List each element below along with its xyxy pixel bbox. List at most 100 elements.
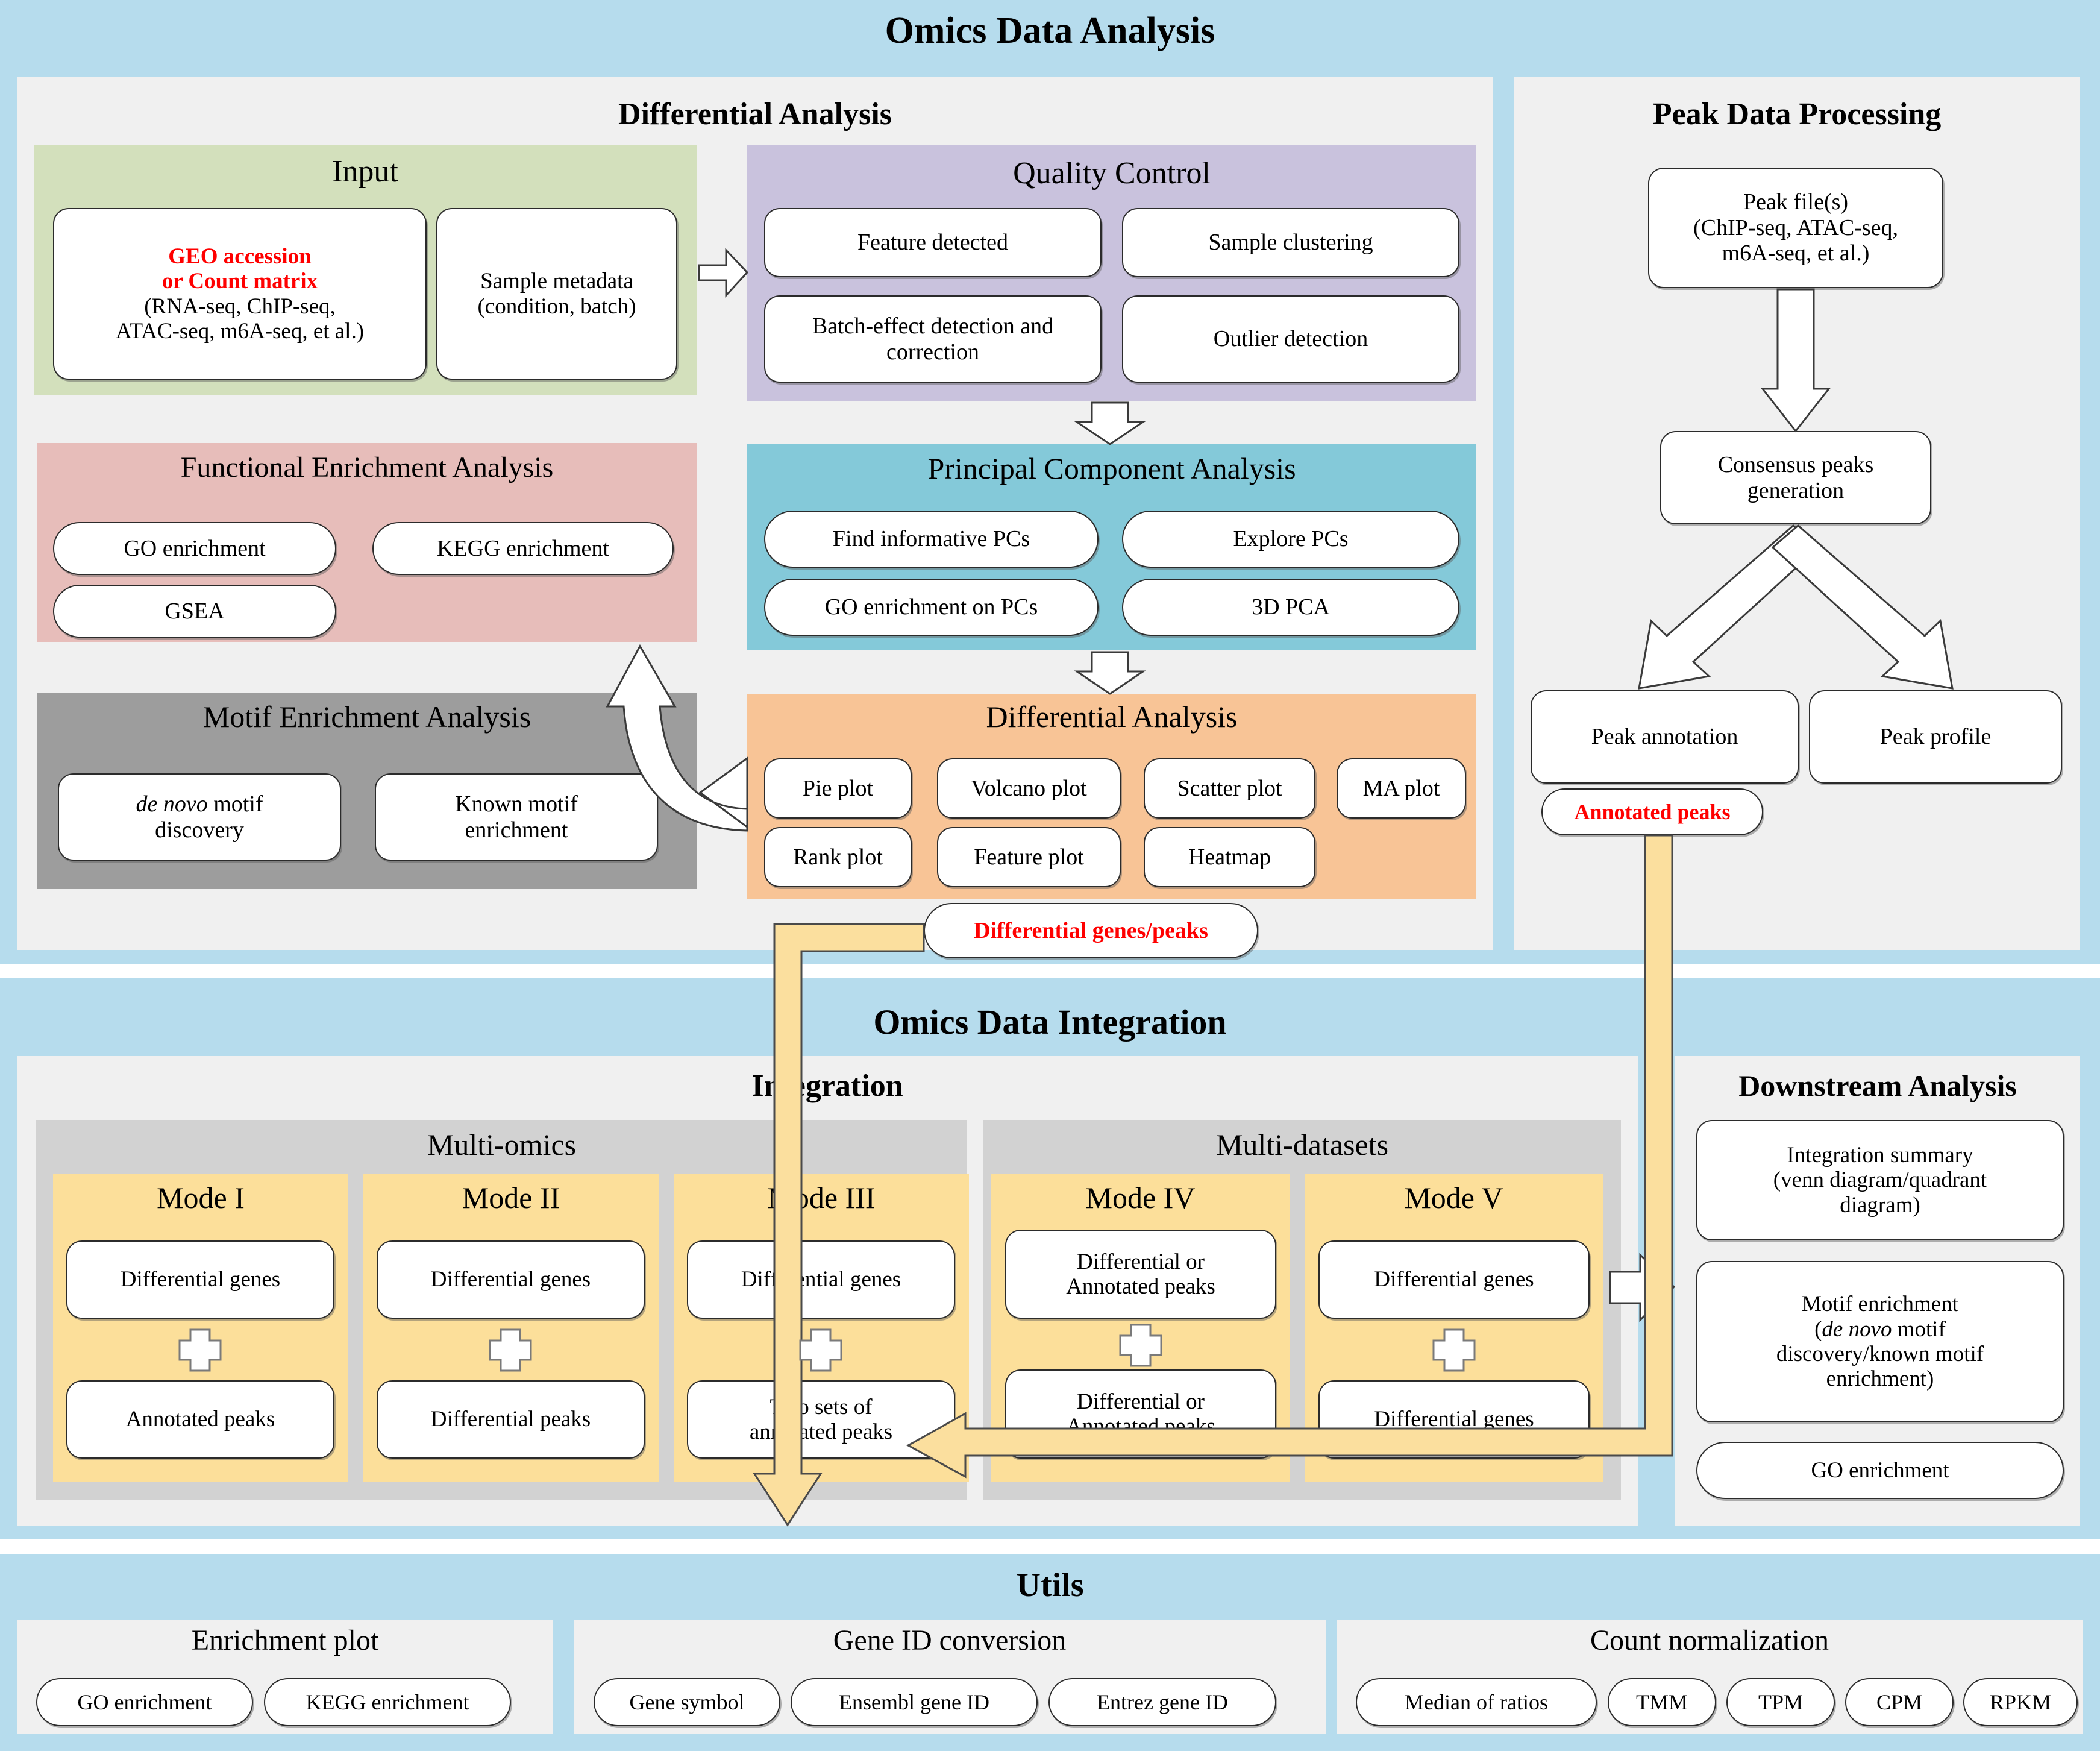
input-box-metadata[interactable]: Sample metadata (condition, batch)	[436, 208, 677, 380]
omics-data-integration-title: Omics Data Integration	[873, 1002, 1227, 1042]
da-volcano-plot[interactable]: Volcano plot	[937, 758, 1121, 819]
mode-i-bottom-box[interactable]: Annotated peaks	[66, 1380, 334, 1459]
input-box-geo[interactable]: GEO accession or Count matrix (RNA-seq, …	[53, 208, 427, 380]
mode-v-top-box[interactable]: Differential genes	[1318, 1240, 1590, 1319]
utils-title: Utils	[1016, 1567, 1084, 1604]
qc-sample-clustering-label: Sample clustering	[1208, 230, 1373, 256]
mode-iv-bottom-line1: Differential or	[1077, 1389, 1205, 1414]
fea-kegg-enrichment[interactable]: KEGG enrichment	[372, 522, 674, 575]
downstream-motif-enrichment[interactable]: Motif enrichment (de novo motif discover…	[1696, 1261, 2064, 1422]
integration-label: Integration	[751, 1069, 903, 1103]
mode-ii-bottom-box[interactable]: Differential peaks	[377, 1380, 645, 1459]
downstream-analysis-title: Downstream Analysis	[1738, 1069, 2017, 1102]
peak-files-line1: Peak file(s)	[1743, 189, 1849, 215]
mode-v-title: Mode V	[1404, 1181, 1503, 1215]
pca-find-informative-pcs-label: Find informative PCs	[832, 526, 1030, 552]
utils-median-of-ratios-label: Median of ratios	[1405, 1690, 1548, 1714]
motif-known-enrichment[interactable]: Known motif enrichment	[375, 773, 658, 861]
utils-ensembl-gene-id[interactable]: Ensembl gene ID	[791, 1678, 1038, 1726]
da-heatmap[interactable]: Heatmap	[1144, 827, 1315, 887]
peak-profile-box[interactable]: Peak profile	[1809, 690, 2062, 784]
mode-iii-top-box[interactable]: Differential genes	[687, 1240, 955, 1319]
utils-entrez-gene-id[interactable]: Entrez gene ID	[1048, 1678, 1276, 1726]
mode-iii-bottom-line2: annotated peaks	[749, 1419, 893, 1444]
downstream-motif-line1: Motif enrichment	[1802, 1292, 1958, 1317]
mode-v-bottom-box[interactable]: Differential genes	[1318, 1380, 1590, 1459]
differential-analysis-group-title: Differential Analysis	[618, 97, 892, 131]
motif-de-novo-discovery[interactable]: de novo motif discovery	[58, 773, 341, 861]
da-volcano-plot-label: Volcano plot	[971, 775, 1087, 801]
utils-rpkm-label: RPKM	[1989, 1690, 2052, 1714]
pca-explore-pcs[interactable]: Explore PCs	[1122, 511, 1459, 568]
differential-genes-peaks-output[interactable]: Differential genes/peaks	[924, 903, 1258, 958]
da-feature-plot-label: Feature plot	[974, 844, 1084, 870]
utils-rpkm[interactable]: RPKM	[1963, 1678, 2078, 1726]
mode-i-top-box[interactable]: Differential genes	[66, 1240, 334, 1319]
mode-iv-top-line2: Annotated peaks	[1066, 1274, 1215, 1299]
pca-go-enrichment-on-pcs[interactable]: GO enrichment on PCs	[764, 579, 1099, 636]
utils-median-of-ratios[interactable]: Median of ratios	[1356, 1678, 1597, 1726]
input-geo-line1: GEO accession	[168, 244, 312, 269]
utils-tpm[interactable]: TPM	[1726, 1678, 1835, 1726]
motif-de-novo-line2: discovery	[155, 817, 244, 843]
mode-iv-bottom-box[interactable]: Differential or Annotated peaks	[1005, 1369, 1276, 1459]
motif-known-line2: enrichment	[465, 817, 568, 843]
mode-ii-bottom-label: Differential peaks	[430, 1407, 591, 1432]
mode-iv-top-box[interactable]: Differential or Annotated peaks	[1005, 1230, 1276, 1319]
da-scatter-plot[interactable]: Scatter plot	[1144, 758, 1315, 819]
mode-iv-top-line1: Differential or	[1077, 1249, 1205, 1274]
mode-iii-bottom-box[interactable]: Two sets of annotated peaks	[687, 1380, 955, 1459]
utils-gene-symbol[interactable]: Gene symbol	[594, 1678, 780, 1726]
input-title: Input	[332, 154, 398, 189]
qc-batch-effect[interactable]: Batch-effect detection and correction	[764, 295, 1102, 383]
mode-iii-title: Mode III	[767, 1181, 876, 1215]
annotated-peaks-output[interactable]: Annotated peaks	[1541, 788, 1763, 835]
pca-explore-pcs-label: Explore PCs	[1233, 526, 1349, 552]
mode-iv-bottom-line2: Annotated peaks	[1066, 1414, 1215, 1439]
qc-sample-clustering[interactable]: Sample clustering	[1122, 208, 1459, 277]
input-geo-line3: (RNA-seq, ChIP-seq,	[144, 294, 336, 319]
quality-control-title: Quality Control	[1013, 156, 1211, 190]
downstream-summary-line1: Integration summary	[1787, 1142, 1973, 1168]
utils-kegg-enrichment[interactable]: KEGG enrichment	[264, 1678, 511, 1726]
mode-iii-bottom-line1: Two sets of	[769, 1394, 873, 1419]
downstream-integration-summary[interactable]: Integration summary (venn diagram/quadra…	[1696, 1120, 2064, 1240]
pca-find-informative-pcs[interactable]: Find informative PCs	[764, 511, 1099, 568]
qc-feature-detected[interactable]: Feature detected	[764, 208, 1102, 277]
da-feature-plot[interactable]: Feature plot	[937, 827, 1121, 887]
fea-go-enrichment-label: GO enrichment	[124, 535, 266, 561]
consensus-peaks-box[interactable]: Consensus peaks generation	[1660, 431, 1931, 524]
qc-outlier-detection[interactable]: Outlier detection	[1122, 295, 1459, 383]
mode-ii-top-box[interactable]: Differential genes	[377, 1240, 645, 1319]
peak-annotation-box[interactable]: Peak annotation	[1531, 690, 1799, 784]
da-rank-plot[interactable]: Rank plot	[764, 827, 912, 887]
da-pie-plot[interactable]: Pie plot	[764, 758, 912, 819]
motif-de-novo-rest: motif	[207, 791, 263, 817]
mode-i-title: Mode I	[157, 1181, 245, 1215]
downstream-go-enrichment[interactable]: GO enrichment	[1696, 1442, 2064, 1499]
utils-tpm-label: TPM	[1758, 1690, 1804, 1714]
pca-3d-pca[interactable]: 3D PCA	[1122, 579, 1459, 636]
fea-go-enrichment[interactable]: GO enrichment	[53, 522, 336, 575]
motif-de-novo-italic: de novo	[136, 791, 208, 817]
utils-cpm[interactable]: CPM	[1845, 1678, 1954, 1726]
mode-i-bottom-label: Annotated peaks	[125, 1407, 275, 1432]
fea-gsea[interactable]: GSEA	[53, 585, 336, 638]
utils-go-enrichment[interactable]: GO enrichment	[36, 1678, 253, 1726]
qc-batch-effect-label: Batch-effect detection and correction	[812, 313, 1054, 365]
input-metadata-line2: (condition, batch)	[477, 294, 636, 319]
utils-count-normalization-title: Count normalization	[1590, 1624, 1829, 1656]
pca-go-enrichment-on-pcs-label: GO enrichment on PCs	[824, 594, 1038, 620]
omics-data-analysis-title: Omics Data Analysis	[885, 10, 1215, 51]
peak-files-line3: m6A-seq, et al.)	[1722, 240, 1870, 266]
fea-gsea-label: GSEA	[165, 598, 225, 624]
utils-tmm[interactable]: TMM	[1608, 1678, 1716, 1726]
multi-datasets-title: Multi-datasets	[1215, 1128, 1389, 1162]
da-ma-plot[interactable]: MA plot	[1337, 758, 1466, 819]
peak-files-box[interactable]: Peak file(s) (ChIP-seq, ATAC-seq, m6A-se…	[1648, 168, 1943, 288]
da-rank-plot-label: Rank plot	[793, 844, 883, 870]
utils-go-enrichment-label: GO enrichment	[77, 1690, 212, 1714]
utils-enrichment-plot-title: Enrichment plot	[191, 1624, 379, 1656]
utils-entrez-gene-id-label: Entrez gene ID	[1097, 1690, 1228, 1714]
mode-v-top-label: Differential genes	[1374, 1267, 1534, 1292]
